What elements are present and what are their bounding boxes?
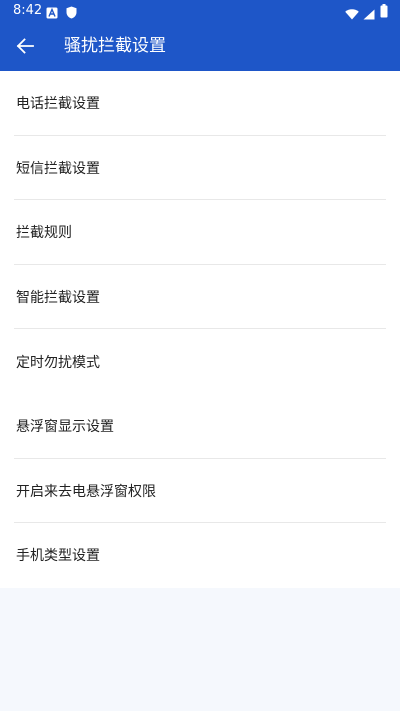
settings-item[interactable]: 手机类型设置 — [0, 523, 400, 588]
settings-item-label: 定时勿扰模式 — [16, 354, 100, 371]
settings-item-label: 开启来去电悬浮窗权限 — [16, 483, 156, 500]
settings-item[interactable]: 短信拦截设置 — [0, 136, 400, 201]
notification-a-icon — [46, 4, 58, 23]
settings-item[interactable]: 开启来去电悬浮窗权限 — [0, 459, 400, 524]
page-title: 骚扰拦截设置 — [64, 36, 166, 56]
settings-item[interactable]: 拦截规则 — [0, 200, 400, 265]
settings-item[interactable]: 悬浮窗显示设置 — [0, 394, 400, 459]
arrow-left-icon — [16, 38, 34, 58]
status-time: 8:42 — [13, 3, 43, 18]
settings-item-label: 悬浮窗显示设置 — [16, 419, 114, 436]
settings-list: 电话拦截设置 短信拦截设置 拦截规则 智能拦截设置 定时勿扰模式 悬浮窗显示设置… — [0, 71, 400, 588]
settings-item-label: 智能拦截设置 — [16, 290, 100, 307]
settings-item[interactable]: 定时勿扰模式 — [0, 329, 400, 394]
app-bar: 8:42 骚扰拦截设置 — [0, 0, 400, 71]
back-button[interactable] — [8, 26, 42, 66]
settings-item-label: 电话拦截设置 — [16, 96, 100, 113]
settings-item-label: 手机类型设置 — [16, 548, 100, 565]
toolbar: 骚扰拦截设置 — [0, 22, 400, 71]
settings-item[interactable]: 电话拦截设置 — [0, 71, 400, 136]
shield-icon — [66, 4, 77, 23]
status-bar: 8:42 — [0, 0, 400, 22]
settings-item-label: 拦截规则 — [16, 225, 72, 242]
settings-item[interactable]: 智能拦截设置 — [0, 265, 400, 330]
battery-icon — [380, 3, 388, 22]
settings-item-label: 短信拦截设置 — [16, 160, 100, 177]
